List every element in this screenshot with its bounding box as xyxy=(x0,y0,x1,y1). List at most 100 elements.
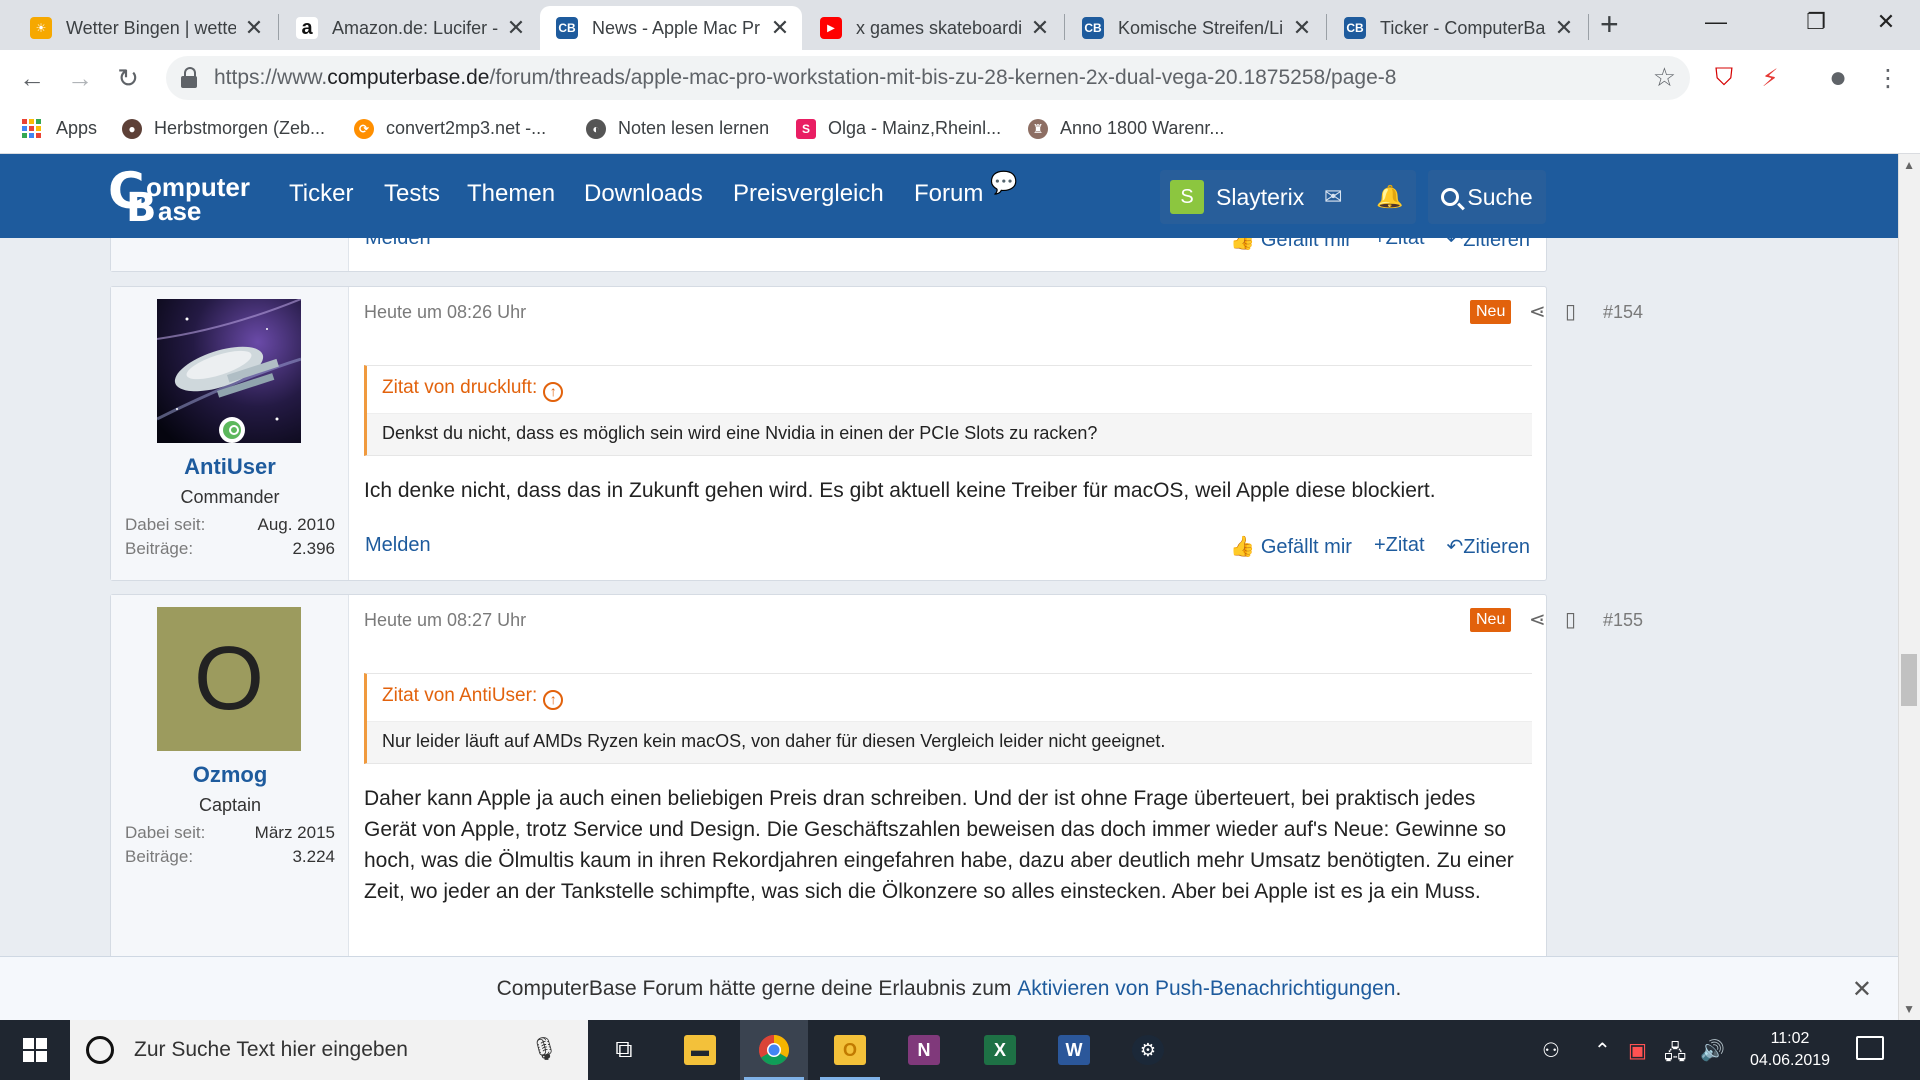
nav-downloads[interactable]: Downloads xyxy=(584,180,703,208)
post-number[interactable]: #154 xyxy=(1603,302,1643,323)
enable-push-link[interactable]: Aktivieren von Push-Benachrichtigungen xyxy=(1017,977,1395,1001)
bookmark-icon[interactable]: ▯ xyxy=(1565,299,1576,324)
nav-ticker[interactable]: Ticker xyxy=(289,180,353,208)
bell-icon[interactable]: 🔔 xyxy=(1376,184,1403,210)
quote-text: Denkst du nicht, dass es möglich sein wi… xyxy=(382,423,1098,443)
word-icon[interactable]: W xyxy=(1040,1020,1108,1080)
close-icon[interactable]: ✕ xyxy=(1292,15,1312,41)
back-arrow-icon[interactable]: ← xyxy=(12,58,52,98)
quote-header[interactable]: Zitat von AntiUser: ↑ xyxy=(367,674,1532,722)
windows-taskbar: Zur Suche Text hier eingeben 🎙 ⧉ ▬ O N X… xyxy=(0,1020,1920,1080)
user-rank: Commander xyxy=(180,487,280,507)
nav-tests[interactable]: Tests xyxy=(384,180,440,208)
quote-header[interactable]: Zitat von druckluft: ↑ xyxy=(367,366,1532,414)
user-menu[interactable]: S Slayterix ✉ 🔔 xyxy=(1160,170,1416,224)
site-header: C B omputer ase Ticker Tests Themen Down… xyxy=(0,154,1898,238)
outlook-icon[interactable]: O xyxy=(816,1020,884,1080)
quote-button[interactable]: +Zitat xyxy=(1374,534,1425,559)
post-user-column: O Ozmog Captain Dabei seit: März 2015 Bei… xyxy=(111,595,349,1013)
people-icon[interactable]: ⚇ xyxy=(1542,1038,1560,1063)
anno-favicon-icon: ♜ xyxy=(1028,118,1048,139)
taskbar-search[interactable]: Zur Suche Text hier eingeben 🎙 xyxy=(70,1020,588,1080)
like-button[interactable]: 👍 Gefällt mir xyxy=(1230,534,1352,559)
post-timestamp[interactable]: Heute um 08:26 Uhr xyxy=(364,302,526,323)
minimize-icon[interactable]: — xyxy=(1682,0,1750,44)
volume-icon[interactable]: 🔊 xyxy=(1700,1038,1725,1063)
window-close-icon[interactable]: ✕ xyxy=(1852,0,1920,44)
new-badge: Neu xyxy=(1470,300,1512,324)
task-view-icon[interactable]: ⧉ xyxy=(590,1020,658,1080)
envelope-icon[interactable]: ✉ xyxy=(1324,184,1342,210)
circle-favicon-icon: ● xyxy=(122,118,142,139)
reply-button[interactable]: ↶Zitieren xyxy=(1447,534,1530,559)
close-icon[interactable]: ✕ xyxy=(1554,15,1574,41)
computerbase-favicon-icon: CB xyxy=(556,17,578,39)
avatar[interactable]: O xyxy=(157,607,301,751)
file-explorer-icon[interactable]: ▬ xyxy=(666,1020,734,1080)
post-author[interactable]: Ozmog xyxy=(111,762,349,788)
new-tab-plus-icon[interactable]: + xyxy=(1600,6,1619,43)
taskbar-clock[interactable]: 11:02 04.06.2019 xyxy=(1740,1028,1840,1072)
excel-icon[interactable]: X xyxy=(966,1020,1034,1080)
nav-themen[interactable]: Themen xyxy=(467,180,555,208)
bookmark-star-icon[interactable]: ☆ xyxy=(1653,62,1676,93)
close-icon[interactable]: ✕ xyxy=(1852,975,1872,1004)
post-author[interactable]: AntiUser xyxy=(111,454,349,480)
kebab-menu-icon[interactable]: ⋮ xyxy=(1870,60,1906,96)
network-icon[interactable]: 🖧 xyxy=(1664,1038,1686,1072)
close-icon[interactable]: ✕ xyxy=(244,15,264,41)
onenote-icon[interactable]: N xyxy=(890,1020,958,1080)
close-icon[interactable]: ✕ xyxy=(1030,15,1050,41)
arrow-up-circle-icon: ↑ xyxy=(543,690,564,710)
scroll-up-arrow-icon[interactable]: ▲ xyxy=(1903,158,1915,172)
bookmark-noten-lesen[interactable]: ◐ Noten lesen lernen xyxy=(586,118,769,139)
user-joined: Dabei seit: März 2015 xyxy=(125,823,335,842)
tab-title: Amazon.de: Lucifer - xyxy=(332,17,498,38)
search-button[interactable]: Suche xyxy=(1428,170,1546,224)
tab-separator xyxy=(1064,14,1065,40)
microphone-icon[interactable]: 🎙 xyxy=(530,1036,558,1062)
chevron-up-icon[interactable]: ⌃ xyxy=(1594,1038,1611,1063)
close-icon[interactable]: ✕ xyxy=(770,15,790,41)
forward-arrow-icon[interactable]: → xyxy=(60,58,100,98)
bookmark-olga[interactable]: S Olga - Mainz,Rheinl... xyxy=(796,118,1001,139)
tab-amazon[interactable]: a Amazon.de: Lucifer - ✕ xyxy=(280,6,538,50)
adblock-shield-icon[interactable]: ⛉ xyxy=(1706,60,1742,96)
post-timestamp[interactable]: Heute um 08:27 Uhr xyxy=(364,610,526,631)
nav-preisvergleich[interactable]: Preisvergleich xyxy=(733,180,884,208)
bookmark-icon[interactable]: ▯ xyxy=(1565,607,1576,632)
post-number[interactable]: #155 xyxy=(1603,610,1643,631)
tab-wetter[interactable]: ☀ Wetter Bingen | wetter ✕ xyxy=(14,6,276,50)
tab-youtube[interactable]: ▶ x games skateboardi ✕ xyxy=(804,6,1062,50)
bookmark-anno-1800[interactable]: ♜ Anno 1800 Warenr... xyxy=(1028,118,1224,139)
computerbase-logo[interactable]: C B omputer ase xyxy=(108,166,258,228)
action-center-icon[interactable] xyxy=(1856,1036,1884,1060)
forum-post: AntiUser Commander Dabei seit: Aug. 2010 … xyxy=(110,286,1643,581)
report-link[interactable]: Melden xyxy=(365,534,431,557)
bookmark-apps[interactable]: Apps xyxy=(22,118,97,139)
scrollbar-thumb[interactable] xyxy=(1901,654,1917,706)
tab-komische-streifen[interactable]: CB Komische Streifen/Li ✕ xyxy=(1066,6,1324,50)
restore-icon[interactable]: ❐ xyxy=(1782,0,1850,44)
page-scrollbar[interactable]: ▲ ▼ xyxy=(1898,154,1920,1020)
share-icon[interactable]: ⋖ xyxy=(1529,299,1546,324)
windows-logo-icon xyxy=(23,1038,47,1062)
tab-news-apple-mac-pro[interactable]: CB News - Apple Mac Pr ✕ xyxy=(540,6,802,50)
antivirus-tray-icon[interactable]: ▣ xyxy=(1628,1038,1647,1063)
flash-block-icon[interactable]: ⚡ xyxy=(1752,60,1788,96)
scroll-down-arrow-icon[interactable]: ▼ xyxy=(1903,1002,1915,1016)
start-button[interactable] xyxy=(0,1020,70,1080)
close-icon[interactable]: ✕ xyxy=(506,15,526,41)
nav-forum[interactable]: Forum xyxy=(914,180,983,208)
tab-title: Ticker - ComputerBa xyxy=(1380,17,1546,38)
bookmark-herbstmorgen[interactable]: ● Herbstmorgen (Zeb... xyxy=(122,118,325,139)
profile-avatar-icon[interactable]: ● xyxy=(1820,60,1856,96)
steam-icon[interactable]: ⚙ xyxy=(1114,1020,1182,1080)
chrome-icon[interactable] xyxy=(740,1020,808,1080)
address-bar[interactable]: https://www.computerbase.de/forum/thread… xyxy=(166,56,1690,100)
bookmark-convert2mp3[interactable]: ⟳ convert2mp3.net -... xyxy=(354,118,546,139)
share-icon[interactable]: ⋖ xyxy=(1529,607,1546,632)
reload-icon[interactable]: ↻ xyxy=(108,58,148,98)
tab-ticker[interactable]: CB Ticker - ComputerBa ✕ xyxy=(1328,6,1586,50)
online-status-icon xyxy=(219,417,245,443)
